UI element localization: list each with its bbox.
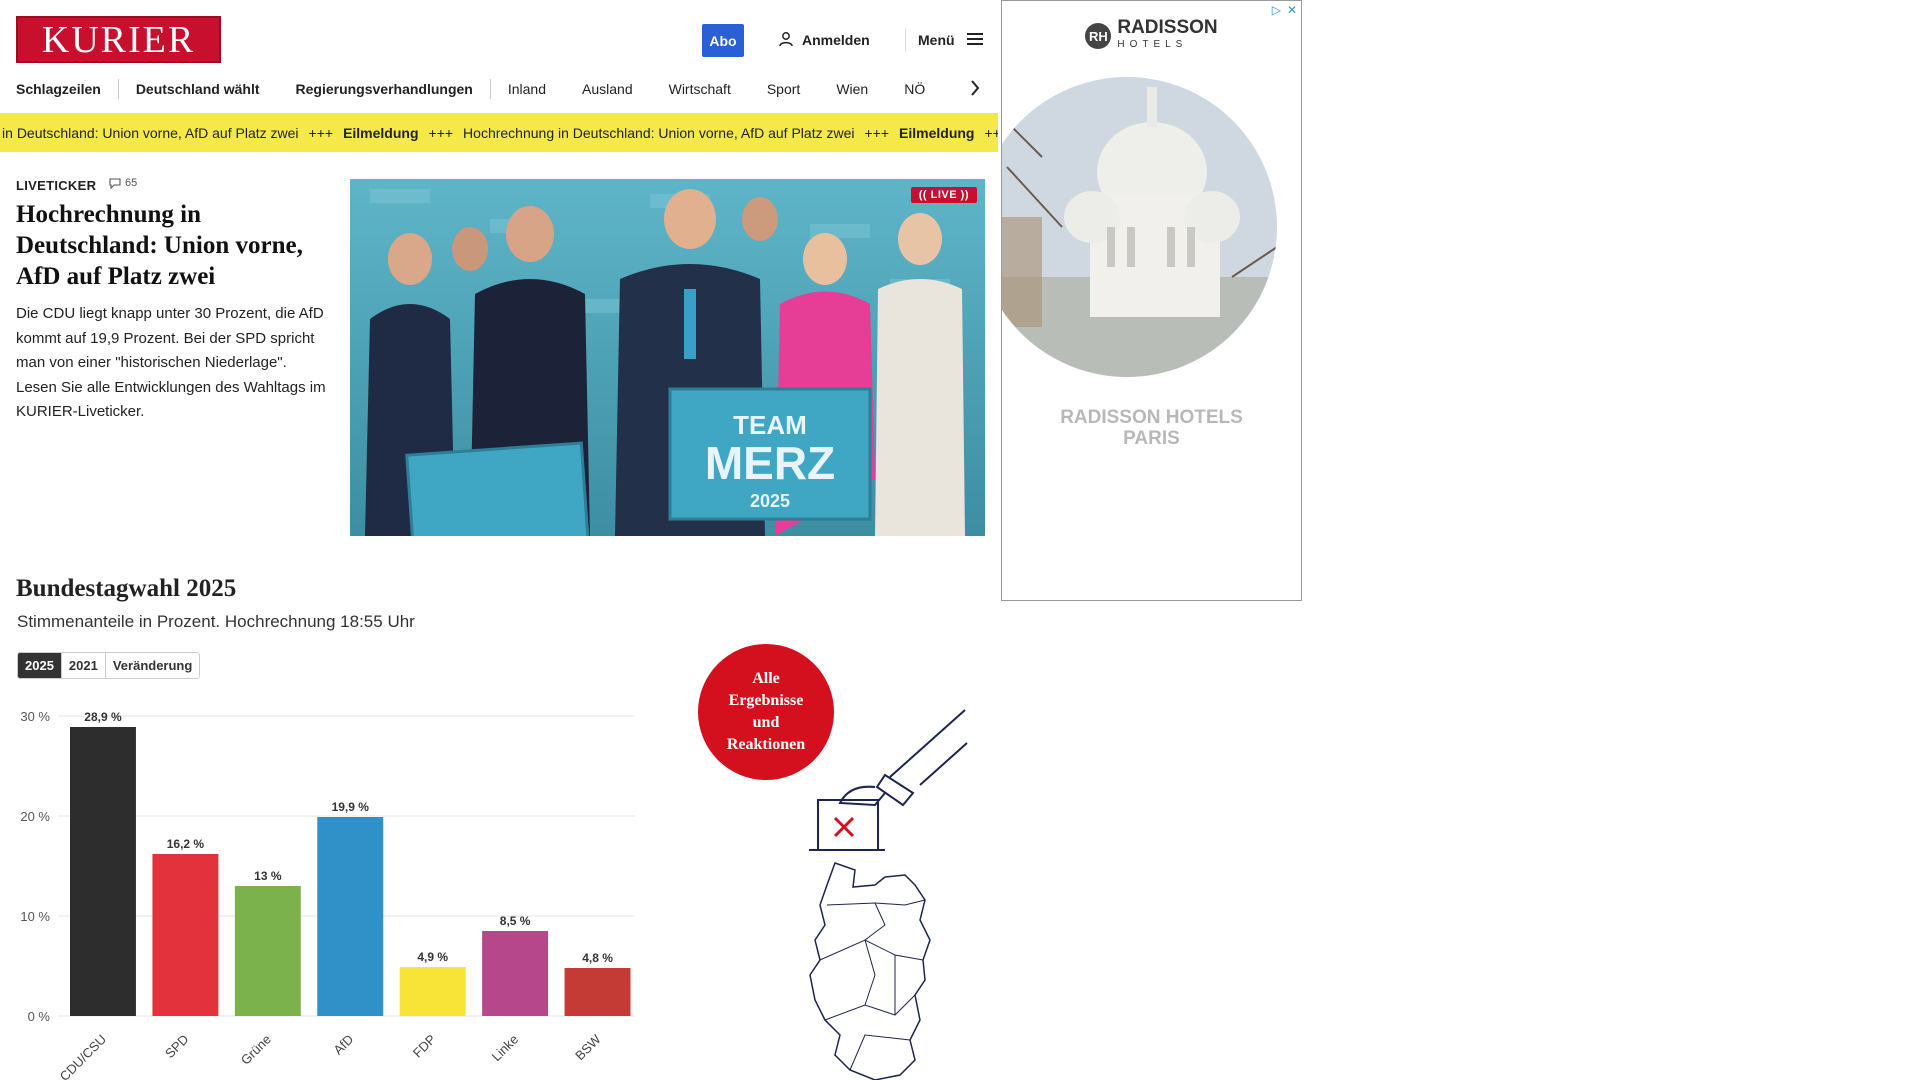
data-label: 4,8 % (582, 951, 613, 965)
y-tick-label: 30 % (20, 709, 50, 724)
ticker-label: Eilmeldung (899, 124, 975, 141)
article-lead: Die CDU liegt knapp unter 30 Prozent, di… (16, 305, 326, 420)
ballot-germany-illustration (809, 709, 968, 1080)
x-tick-label: Grüne (238, 1032, 274, 1068)
live-badge: (( LIVE )) (910, 187, 977, 203)
nav-item-wirtschaft[interactable]: Wirtschaft (669, 81, 731, 97)
data-label: 28,9 % (84, 710, 122, 724)
tab-veraenderung[interactable]: Veränderung (105, 653, 200, 678)
main-nav: Schlagzeilen Deutschland wählt Regierung… (16, 77, 925, 101)
bar (317, 817, 384, 1016)
ad-photo (1002, 77, 1277, 377)
nav-item-deutschland-waehlt[interactable]: Deutschland wählt (136, 81, 260, 97)
abo-button[interactable]: Abo (702, 24, 744, 57)
ad-brand-name: RADISSON (1117, 17, 1218, 38)
ad-brand-sub: HOTELS (1117, 39, 1188, 50)
ticker-separator: +++ (308, 124, 334, 141)
advertisement[interactable]: ▷ ✕ RH RADISSON HOTELS RADISSON HOTELS PA… (1001, 0, 1302, 601)
x-tick-label: BSW (572, 1031, 604, 1063)
comment-icon (109, 177, 121, 189)
x-tick-label: SPD (162, 1032, 192, 1062)
ticker-separator: +++ (428, 124, 454, 141)
sign-text: MERZ (705, 437, 835, 489)
data-label: 4,9 % (417, 950, 448, 964)
nav-item-regierungsverhandlungen[interactable]: Regierungsverhandlungen (296, 81, 473, 97)
ad-brand: RH RADISSON HOTELS (1002, 17, 1301, 53)
sign-text: TEAM (733, 410, 807, 440)
ticker-separator: +++ (864, 124, 890, 141)
radisson-logo-icon: RH (1085, 23, 1112, 49)
hamburger-icon (966, 32, 983, 49)
nav-divider (489, 79, 491, 99)
article-headline[interactable]: Hochrechnung in Deutschland: Union vorne… (16, 199, 331, 292)
ticker-text: Hochrechnung in Deutschland: Union vorne… (463, 124, 855, 141)
nav-divider (117, 79, 119, 99)
election-bar-chart: 0 % 10 % 20 % 30 % 28,9 % CDU/CSU 16,2 % SPD 13 … (20, 709, 635, 1080)
nav-item-noe[interactable]: NÖ (904, 81, 925, 97)
login-button[interactable]: Anmelden (778, 29, 870, 51)
x-tick-label: AfD (330, 1032, 356, 1058)
bar (70, 727, 136, 1016)
chevron-right-icon (971, 80, 980, 96)
bar (564, 968, 631, 1016)
bar (399, 967, 466, 1016)
nav-item-sport[interactable]: Sport (767, 81, 800, 97)
bar (482, 931, 549, 1016)
x-tick-label: CDU/CSU (57, 1032, 109, 1080)
year-toggle: 2025 2021 Veränderung (17, 652, 201, 679)
ad-controls: ▷ ✕ (1272, 3, 1297, 17)
bar (234, 886, 301, 1016)
x-tick-label: FDP (410, 1032, 439, 1061)
data-label: 8,5 % (500, 914, 531, 928)
election-subtitle: Stimmenanteile in Prozent. Hochrechnung … (17, 612, 415, 631)
tab-2025[interactable]: 2025 (18, 653, 62, 678)
x-tick-label: Linke (489, 1032, 522, 1065)
breaking-news-ticker[interactable]: nung in Deutschland: Union vorne, AfD au… (0, 113, 998, 152)
article-tag[interactable]: LIVETICKER (16, 178, 96, 193)
nav-item-ausland[interactable]: Ausland (582, 81, 633, 97)
y-tick-label: 0 % (28, 1009, 51, 1024)
sign-text: 2025 (750, 491, 790, 511)
election-title: Bundestagwahl 2025 (16, 575, 237, 602)
nav-item-wien[interactable]: Wien (836, 81, 868, 97)
data-label: 16,2 % (167, 837, 205, 851)
menu-button[interactable]: Menü (918, 29, 983, 51)
comment-count-value: 65 (125, 177, 138, 189)
ticker-text: nung in Deutschland: Union vorne, AfD au… (0, 124, 299, 141)
article-photo[interactable]: TEAM MERZ 2025 (( LIVE )) (350, 179, 985, 536)
data-label: 13 % (254, 869, 282, 883)
ticker-separator: +++ (984, 124, 998, 141)
data-label: 19,9 % (332, 800, 370, 814)
close-icon[interactable]: ✕ (1287, 3, 1297, 17)
nav-next-button[interactable] (966, 77, 984, 99)
login-label: Anmelden (802, 32, 870, 48)
site-logo[interactable]: KURIER (16, 16, 221, 63)
y-tick-label: 20 % (20, 809, 50, 824)
ad-choices-icon[interactable]: ▷ (1272, 3, 1281, 17)
bar (152, 854, 219, 1016)
nav-item-schlagzeilen[interactable]: Schlagzeilen (16, 81, 101, 97)
y-tick-label: 10 % (20, 909, 50, 924)
comment-count[interactable]: 65 (109, 177, 137, 189)
ad-caption: RADISSON HOTELS PARIS (1060, 407, 1243, 449)
tab-2021[interactable]: 2021 (61, 653, 106, 678)
user-icon (778, 31, 794, 50)
nav-item-inland[interactable]: Inland (508, 81, 546, 97)
header-divider (905, 28, 906, 52)
ticker-label: Eilmeldung (343, 124, 419, 141)
menu-label: Menü (918, 32, 955, 48)
